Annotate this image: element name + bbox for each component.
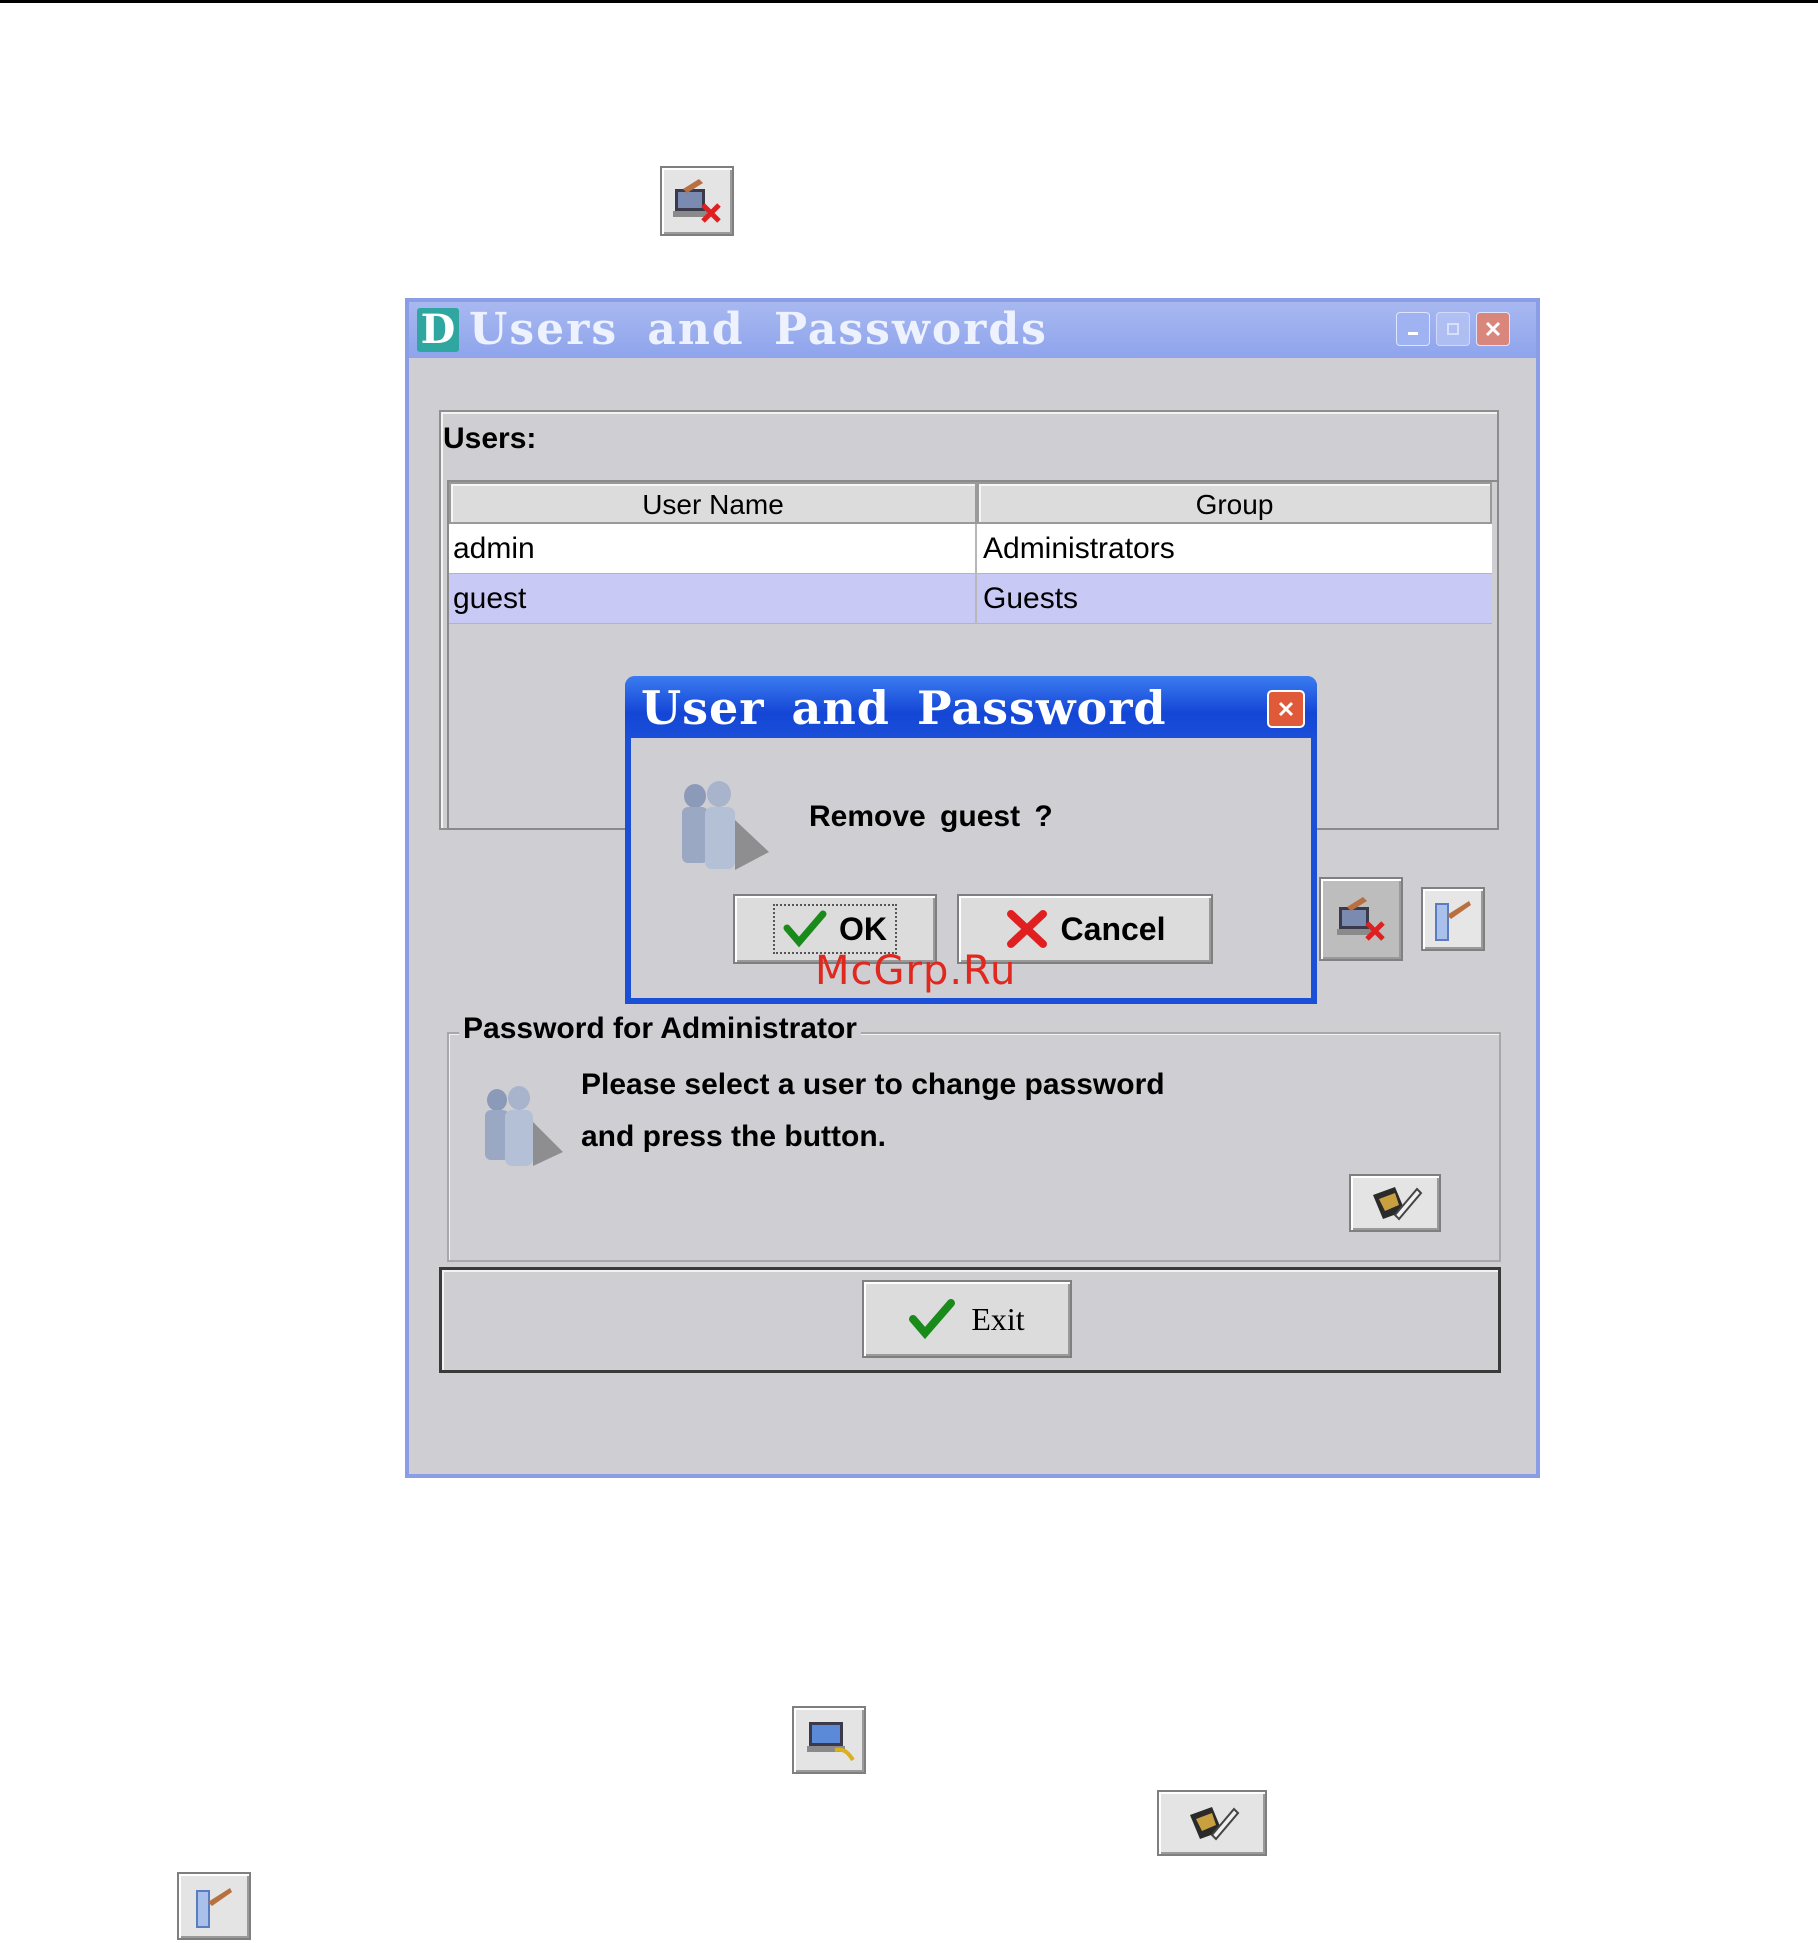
maximize-icon <box>1447 323 1459 335</box>
cross-icon <box>1006 910 1047 948</box>
column-header-group[interactable]: Group <box>977 482 1492 524</box>
cancel-label: Cancel <box>1060 910 1166 947</box>
users-group-icon <box>665 776 775 881</box>
dialog-title: User and Password <box>641 681 1167 735</box>
users-group-icon <box>467 1082 567 1177</box>
doc-modify-user-icon <box>177 1872 251 1940</box>
minimize-icon <box>1408 332 1418 335</box>
exit-bar: Exit <box>439 1267 1501 1373</box>
maximize-button[interactable] <box>1436 312 1470 346</box>
remove-user-icon <box>1337 897 1385 941</box>
dialog-titlebar[interactable]: User and Password <box>625 676 1317 738</box>
ok-button-focus: OK <box>773 904 897 954</box>
column-header-user-name[interactable]: User Name <box>449 482 977 524</box>
window-titlebar[interactable]: D Users and Passwords <box>409 302 1536 358</box>
exit-label: Exit <box>971 1300 1025 1337</box>
table-row[interactable]: admin Administrators <box>449 524 1492 574</box>
modify-user-button[interactable] <box>1421 887 1485 951</box>
watermark: McGrp.Ru <box>815 948 1017 994</box>
modify-user-icon <box>1435 901 1471 941</box>
change-password-icon <box>1373 1187 1423 1221</box>
window-title: Users and Passwords <box>469 304 1048 355</box>
exit-button[interactable]: Exit <box>862 1280 1072 1358</box>
app-logo: D <box>417 308 459 352</box>
window-close-button[interactable] <box>1476 312 1510 346</box>
cell-group: Administrators <box>983 532 1175 565</box>
doc-remove-user-icon <box>660 166 734 236</box>
doc-add-user-icon <box>792 1706 866 1774</box>
top-rule <box>0 0 1818 3</box>
dialog-close-button[interactable] <box>1267 690 1305 728</box>
ok-label: OK <box>839 910 887 947</box>
password-instruction-line2: and press the button. <box>581 1120 887 1153</box>
cell-user-name: guest <box>449 574 977 624</box>
check-icon <box>909 1299 956 1339</box>
cell-user-name: admin <box>449 524 977 574</box>
close-icon <box>1278 701 1294 717</box>
users-label: Users: <box>443 422 537 455</box>
cell-group: Guests <box>983 582 1079 615</box>
close-icon <box>1485 321 1501 337</box>
doc-change-password-icon <box>1157 1790 1267 1856</box>
dialog-message: Remove guest ? <box>809 800 1053 833</box>
password-instruction-line1: Please select a user to change password <box>581 1068 1165 1101</box>
remove-user-button[interactable] <box>1319 877 1403 961</box>
table-row-selected[interactable]: guest Guests <box>449 574 1492 624</box>
minimize-button[interactable] <box>1396 312 1430 346</box>
password-group: Password for Administrator Please select… <box>447 1012 1501 1262</box>
change-password-button[interactable] <box>1349 1174 1441 1232</box>
password-group-legend: Password for Administrator <box>459 1012 861 1046</box>
check-icon <box>783 910 827 948</box>
